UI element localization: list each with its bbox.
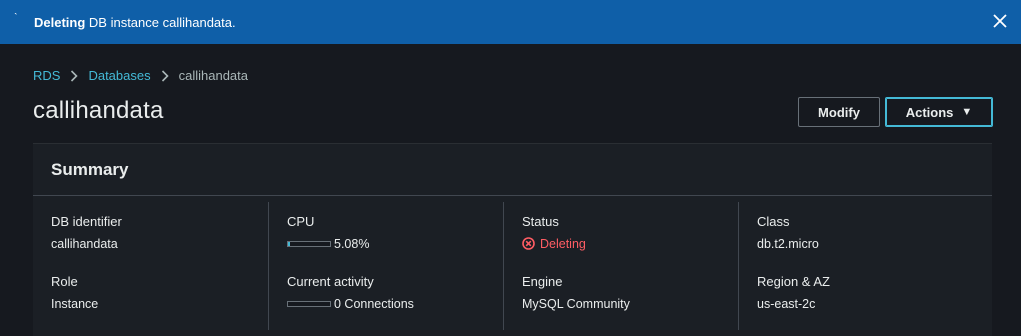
summary-column-3: Status Deleting Engine MySQL Community [503, 202, 738, 330]
flash-message: Deleting DB instance callihandata. [34, 15, 236, 30]
cpu-value: 5.08% [334, 236, 370, 251]
cpu-progress-fill [288, 241, 291, 246]
modify-button-label: Modify [818, 104, 860, 120]
modify-button[interactable]: Modify [798, 97, 880, 127]
error-circle-icon [522, 237, 535, 250]
role-value: Instance [51, 296, 99, 311]
cpu-progress-bar [287, 240, 331, 247]
current-activity-row: 0 Connections [287, 295, 503, 312]
chevron-right-icon [161, 69, 169, 82]
class-label: Class [757, 214, 790, 229]
caret-down-icon: ▼ [961, 106, 973, 118]
chevron-right-icon [70, 69, 79, 82]
engine-value: MySQL Community [522, 296, 630, 311]
role-label: Role [51, 274, 78, 289]
summary-header: Summary [33, 144, 992, 196]
activity-progress-bar [287, 300, 331, 307]
region-az-label: Region & AZ [757, 274, 830, 289]
cpu-value-row: 5.08% [287, 235, 503, 252]
current-activity-label: Current activity [287, 274, 374, 289]
db-identifier-value: callihandata [51, 236, 118, 251]
status-row: Deleting [522, 235, 738, 252]
summary-column-1: DB identifier callihandata Role Instance [33, 202, 268, 330]
engine-label: Engine [522, 274, 563, 289]
summary-column-2: CPU 5.08% Current activity 0 Connections [268, 202, 503, 330]
db-identifier-label: DB identifier [51, 214, 122, 229]
breadcrumb-databases[interactable]: Databases [88, 68, 150, 83]
cpu-label: CPU [287, 214, 315, 229]
actions-button-label: Actions [905, 104, 954, 120]
summary-column-4: Class db.t2.micro Region & AZ us-east-2c [738, 202, 973, 330]
summary-title: Summary [51, 159, 129, 179]
region-az-value: us-east-2c [757, 296, 816, 311]
breadcrumb-current: callihandata [178, 68, 248, 83]
class-value: db.t2.micro [757, 236, 819, 251]
status-value: Deleting [540, 236, 586, 251]
flash-message-strong: Deleting [34, 14, 86, 30]
actions-button[interactable]: Actions ▼ [885, 97, 993, 127]
status-badge: Deleting [522, 237, 586, 251]
status-label: Status [522, 214, 559, 229]
summary-grid: DB identifier callihandata Role Instance… [33, 202, 992, 330]
flash-banner: ˋ Deleting DB instance callihandata. [0, 0, 1021, 44]
page-title: callihandata [33, 97, 164, 124]
breadcrumb-rds[interactable]: RDS [33, 68, 60, 83]
close-icon[interactable] [989, 10, 1011, 32]
flash-message-text: DB instance callihandata. [85, 14, 236, 30]
summary-panel: Summary DB identifier callihandata Role … [33, 143, 992, 336]
current-activity-value: 0 Connections [334, 296, 414, 311]
loading-spinner-icon: ˋ [14, 12, 18, 24]
breadcrumb: RDS Databases callihandata [33, 68, 248, 83]
